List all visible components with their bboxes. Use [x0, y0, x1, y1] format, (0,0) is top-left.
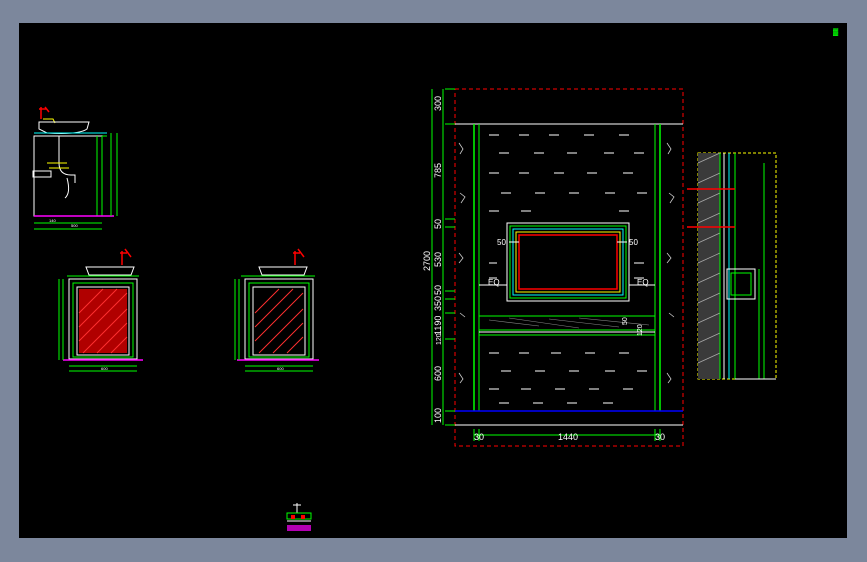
dim-300: 300 — [433, 96, 443, 111]
svg-text:500: 500 — [71, 223, 78, 228]
dim-total-2700: 2700 — [422, 251, 432, 271]
dim-1190: 1190 — [433, 316, 443, 335]
shelf-dim-50: 50 — [622, 317, 629, 325]
dim-bottom-1440: 1440 — [558, 432, 578, 442]
shelf-dim-120: 120 — [637, 324, 644, 336]
dim-350: 350 — [433, 296, 443, 311]
dim-50-a: 50 — [433, 219, 443, 229]
vanity-front-elevation-1: 600 — [58, 248, 143, 372]
frame-label-right: 50 — [629, 238, 638, 247]
svg-text:600: 600 — [101, 366, 108, 371]
drawing-svg: ▓ 500 140 600 600 300 785 50 530 50 350 … — [32, 28, 839, 531]
vanity-front-elevation-2: 600 — [234, 248, 319, 372]
eq-label-right: EQ — [637, 278, 649, 287]
dim-bottom-30-left: 30 — [474, 432, 484, 442]
small-detail — [286, 503, 312, 531]
corner-marker: ▓ — [833, 28, 839, 36]
main-elevation: 300 785 50 530 50 350 1190 120 600 100 2… — [422, 88, 684, 447]
dim-120-left: 120 — [436, 333, 443, 345]
dim-785: 785 — [433, 163, 443, 178]
wall-side-section — [687, 152, 777, 380]
dim-600: 600 — [433, 366, 443, 381]
dim-50-b: 50 — [433, 285, 443, 295]
svg-text:600: 600 — [277, 366, 284, 371]
eq-label-left: EQ — [488, 278, 500, 287]
dim-100: 100 — [433, 408, 443, 423]
frame-label-left: 50 — [497, 238, 506, 247]
sink-side-section: 500 140 — [32, 106, 118, 230]
cad-canvas[interactable]: ▓ 500 140 600 600 300 785 50 530 50 350 … — [19, 23, 847, 538]
dim-530: 530 — [433, 252, 443, 267]
dim-bottom-30-right: 30 — [655, 432, 665, 442]
svg-text:140: 140 — [49, 218, 56, 223]
